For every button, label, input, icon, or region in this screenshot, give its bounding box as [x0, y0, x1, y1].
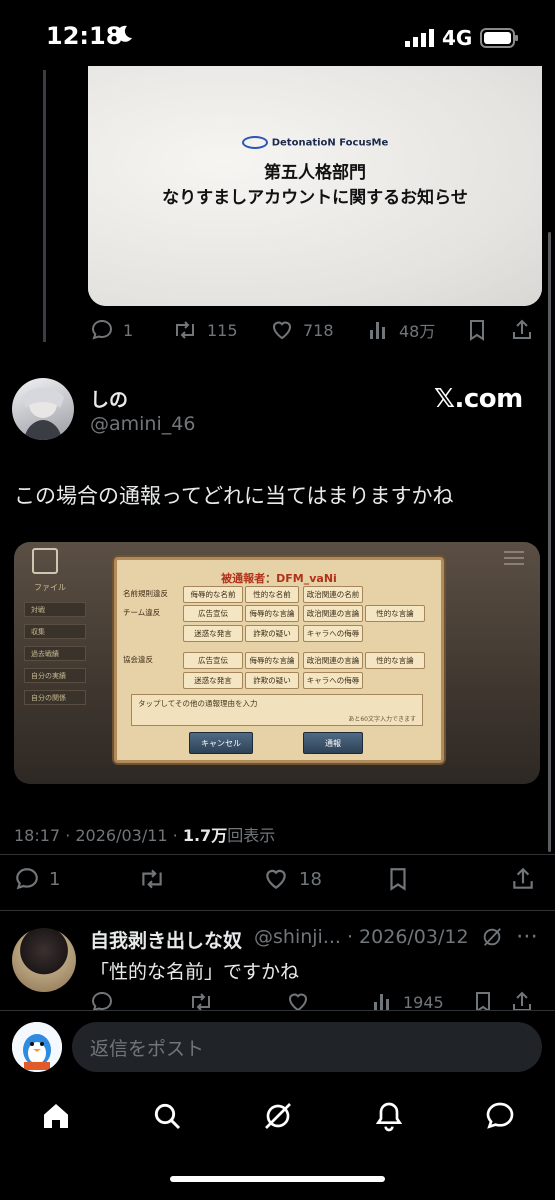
side-menu-item: 収集 [24, 624, 86, 639]
prev-post-actions: 1 115 718 48万 [90, 318, 540, 342]
report-option: 侮辱的な名前 [183, 586, 243, 603]
report-dialog: 被通報者：DFM_vaNi 名前規則違反 侮辱的な名前 性的な名前 政治関連の名… [114, 557, 444, 763]
network-label: 4G [442, 26, 473, 50]
report-option: 侮辱的な言論 [245, 605, 299, 622]
author-handle[interactable]: @amini_46 [90, 413, 195, 435]
report-screenshot[interactable]: ファイル 対戦 収集 過去戦績 自分の実績 自分の関係 被通報者：DFM_vaN… [14, 542, 540, 784]
views-icon [368, 318, 390, 342]
submit-report-button: 通報 [303, 732, 363, 754]
report-option: 性的な名前 [245, 586, 299, 603]
more-options-icon[interactable]: ⋯ [516, 924, 539, 949]
share-button[interactable] [510, 866, 536, 892]
report-option: 詐欺の疑い [245, 625, 299, 642]
dialog-title: 被通報者：DFM_vaNi [221, 572, 337, 585]
like-button[interactable]: 18 [262, 866, 386, 892]
notice-image[interactable]: DetonatioN FocusMe 第五人格部門 なりすましアカウントに関する… [88, 66, 542, 306]
tweet-meta: 18:17 · 2026/03/11 · 1.7万回表示 [14, 826, 276, 845]
reply-input[interactable]: 返信をポスト [72, 1022, 542, 1072]
notice-text: 第五人格部門 なりすましアカウントに関するお知らせ [162, 163, 468, 208]
row-label: チーム違反 [123, 608, 161, 617]
reply-icon [90, 318, 114, 342]
report-option: 侮辱的な言論 [245, 652, 299, 669]
side-file-label: ファイル [34, 583, 66, 592]
report-option: 詐欺の疑い [245, 672, 299, 689]
report-option: 政治関連の名前 [303, 586, 363, 603]
divider [0, 910, 555, 911]
signal-icon [405, 29, 435, 47]
report-option: 政治関連の言論 [303, 605, 363, 622]
battery-icon [480, 28, 520, 48]
bookmark-icon [386, 866, 410, 892]
author-name[interactable]: しの [90, 385, 128, 412]
home-indicator[interactable] [170, 1176, 385, 1182]
reply-avatar[interactable] [12, 928, 76, 992]
report-option: キャラへの侮辱 [303, 625, 363, 642]
org-logo: DetonatioN FocusMe [88, 136, 542, 149]
thread-line [43, 70, 46, 342]
status-bar: 12:18 4G [0, 0, 555, 70]
report-option: 広告宣伝 [183, 605, 243, 622]
side-menu-item: 自分の実績 [24, 668, 86, 683]
status-time: 12:18 [46, 22, 123, 50]
heart-icon [262, 866, 290, 892]
report-option: 広告宣伝 [183, 652, 243, 669]
like-button[interactable]: 718 [270, 318, 368, 342]
share-icon [510, 318, 534, 342]
menu-icon [504, 550, 524, 566]
repost-icon [138, 866, 166, 892]
search-icon[interactable] [151, 1100, 183, 1132]
report-option: 迷惑な発言 [183, 625, 243, 642]
grok-icon[interactable] [262, 1100, 294, 1132]
avatar[interactable] [12, 378, 74, 440]
views-button[interactable]: 48万 [368, 318, 466, 342]
bookmark-button[interactable] [466, 318, 510, 342]
side-menu-item: 過去戦績 [24, 646, 86, 661]
report-option: 迷惑な発言 [183, 672, 243, 689]
repost-icon [172, 318, 198, 342]
notifications-icon[interactable] [373, 1100, 405, 1132]
side-menu-item: 対戦 [24, 602, 86, 617]
scrollbar[interactable] [548, 232, 551, 852]
bottom-nav [0, 1086, 555, 1146]
reply-button[interactable]: 1 [14, 866, 138, 892]
share-button[interactable] [510, 318, 534, 342]
heart-icon [270, 318, 294, 342]
report-option: 政治関連の言論 [303, 652, 363, 669]
grok-icon[interactable] [481, 926, 503, 948]
share-icon [510, 866, 536, 892]
tweet-actions: 1 18 [14, 866, 540, 892]
repost-button[interactable]: 115 [172, 318, 270, 342]
bookmark-icon [466, 318, 488, 342]
reply-button[interactable]: 1 [90, 318, 172, 342]
home-icon[interactable] [40, 1100, 72, 1132]
reply-author-name[interactable]: 自我剥き出しな奴 [90, 926, 242, 953]
reply-icon [14, 866, 40, 892]
repost-button[interactable] [138, 866, 262, 892]
divider [0, 854, 555, 855]
messages-icon[interactable] [484, 1100, 516, 1132]
tweet-text: この場合の通報ってどれに当てはまりますかね [14, 484, 454, 508]
side-menu-item: 自分の関係 [24, 690, 86, 705]
reply-text: 「性的な名前」ですかね [90, 961, 300, 983]
reason-input: タップしてその他の通報理由を入力 あと60文字入力できます [131, 694, 423, 726]
report-option: 性的な言論 [365, 652, 425, 669]
bookmark-button[interactable] [386, 866, 510, 892]
reply-author-handle[interactable]: @shinji... · 2026/03/12 [254, 926, 469, 948]
cancel-button: キャンセル [189, 732, 253, 754]
row-label: 協会違反 [123, 655, 153, 664]
row-label: 名前規則違反 [123, 589, 168, 598]
moon-icon [114, 24, 134, 44]
report-option: キャラへの侮辱 [303, 672, 363, 689]
my-avatar[interactable] [12, 1022, 62, 1072]
report-option: 性的な言論 [365, 605, 425, 622]
x-watermark: 𝕏.com [434, 384, 523, 414]
exit-icon [32, 548, 58, 574]
